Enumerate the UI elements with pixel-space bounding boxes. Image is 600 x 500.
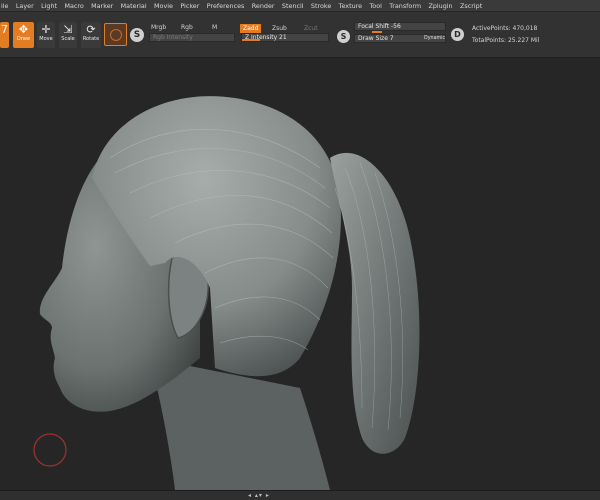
bottom-bar: ◂ ▴▾ ▸ [0,490,600,500]
edit-button[interactable]: 7 [0,22,9,48]
rotate-button[interactable]: ⟳ Rotate [81,22,101,48]
lazy-mouse-icon[interactable]: S [337,30,350,43]
rotate-label: Rotate [82,36,100,42]
zadd-toggle[interactable]: Zadd [240,24,262,33]
toolbar: 7 ✥ Draw ✛ Move ⇲ Scale ⟳ Rotate S Mrgb … [0,12,600,58]
menu-item[interactable]: Stencil [282,0,304,12]
menu-item[interactable]: Tool [369,0,381,12]
scale-button[interactable]: ⇲ Scale [59,22,77,48]
edit-icon: 7 [1,23,8,36]
rgb-toggle[interactable]: Rgb [181,24,193,31]
move-label: Move [39,36,53,42]
menu-item[interactable]: Picker [180,0,199,12]
rotate-icon: ⟳ [86,23,96,36]
dynamic-toggle[interactable]: Dynamic [424,36,445,41]
move-icon: ✛ [41,23,51,36]
total-points: TotalPoints: 25.227 Mil [472,37,540,44]
sculpt-model [33,96,420,490]
brush-icon [109,28,122,41]
z-intensity-slider[interactable]: Z Intensity 21 [241,33,329,42]
focal-shift-label: Focal Shift -56 [358,23,401,30]
zcut-toggle[interactable]: Zcut [304,25,318,32]
menu-item[interactable]: Texture [339,0,362,12]
stats-icon: D [451,28,464,41]
scale-icon: ⇲ [63,23,73,36]
zsub-toggle[interactable]: Zsub [272,25,287,32]
menu-item[interactable]: ile [1,0,8,12]
active-points: ActivePoints: 470,018 [472,25,538,32]
menu-item[interactable]: Material [121,0,147,12]
draw-icon: ✥ [18,23,29,36]
menu-item[interactable]: Stroke [311,0,331,12]
draw-button[interactable]: ✥ Draw [13,22,34,48]
focal-shift-indicator [372,31,382,33]
menu-item[interactable]: Macro [64,0,83,12]
rgb-intensity-label: Rgb Intensity [153,34,193,41]
scale-label: Scale [61,36,75,42]
viewport-canvas[interactable] [0,58,600,490]
move-button[interactable]: ✛ Move [37,22,55,48]
menu-item[interactable]: Zplugin [428,0,452,12]
menu-item[interactable]: Light [41,0,57,12]
menu-item[interactable]: Layer [16,0,34,12]
menu-item[interactable]: Preferences [207,0,245,12]
focal-shift-slider[interactable]: Focal Shift -56 [354,22,446,31]
z-intensity-label: Z Intensity 21 [245,34,287,41]
menu-item[interactable]: Transform [389,0,421,12]
menu-item[interactable]: Movie [154,0,173,12]
menu-item[interactable]: Marker [91,0,113,12]
rgb-intensity-slider[interactable]: Rgb Intensity [149,33,235,42]
navigation-arrows[interactable]: ◂ ▴▾ ▸ [248,492,270,499]
m-toggle[interactable]: M [212,24,217,31]
menu-item[interactable]: Render [252,0,275,12]
draw-size-label: Draw Size 7 [358,35,394,42]
material-sphere-icon[interactable]: S [130,28,144,42]
menu-item[interactable]: Zscript [460,0,482,12]
draw-label: Draw [16,36,31,42]
mrgb-toggle[interactable]: Mrgb [151,24,166,31]
brush-selector[interactable] [104,23,127,46]
menu-bar: ile Layer Light Macro Marker Material Movie Pic… [0,0,600,12]
